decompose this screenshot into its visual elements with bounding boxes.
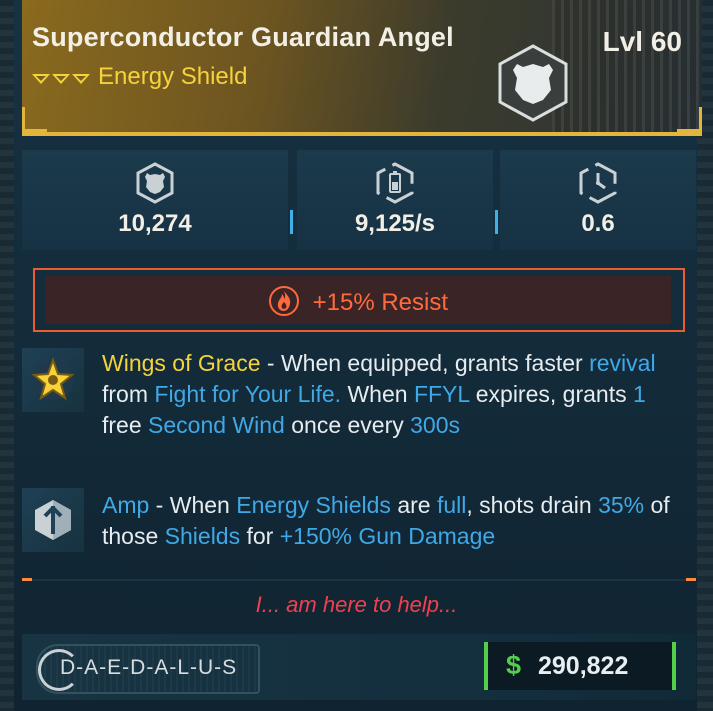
- amp-icon: [35, 500, 71, 540]
- perk-keyword: 35%: [598, 492, 645, 518]
- perk-text: , shots drain: [466, 492, 592, 518]
- stat-recharge-rate: 9,125/s: [297, 150, 493, 250]
- item-header: Superconductor Guardian Angel Energy Shi…: [22, 0, 702, 136]
- stat-recharge-delay: 0.6: [500, 150, 696, 250]
- perk-keyword: FFYL: [413, 381, 470, 407]
- item-card: Superconductor Guardian Angel Energy Shi…: [0, 0, 713, 711]
- fire-icon: [268, 286, 299, 316]
- recharge-delay-icon: [579, 162, 617, 204]
- flavor-text: I... am here to help...: [255, 592, 458, 617]
- recharge-rate-icon: [376, 162, 414, 204]
- header-corner: [677, 107, 702, 132]
- perk-keyword: full: [436, 492, 467, 518]
- perk-text: When: [347, 381, 408, 407]
- stat-recharge-delay-value: 0.6: [581, 210, 615, 237]
- perk-keyword: Second Wind: [148, 412, 285, 438]
- element-bonus-row: +15% Resist: [45, 285, 671, 317]
- perk-keyword: Energy Shields: [236, 492, 391, 518]
- perk-icon-box: [22, 348, 84, 412]
- item-name: Superconductor Guardian Angel: [32, 22, 454, 52]
- section-divider: [22, 578, 696, 581]
- perk-name: Amp: [102, 492, 150, 518]
- perk-text: from: [102, 381, 148, 407]
- divider-tick: [22, 578, 32, 581]
- perk-dash: -: [260, 350, 281, 376]
- price-amount: 290,822: [538, 652, 629, 680]
- header-corner: [22, 107, 47, 132]
- manufacturer-logo: D-A-E-D-A-L-U-S: [36, 644, 260, 694]
- perk-keyword: revival: [589, 350, 656, 376]
- wings-of-grace-icon: [31, 357, 75, 401]
- item-level: Lvl 60: [602, 26, 682, 57]
- stat-separator: [495, 210, 498, 234]
- perk-text: expires, grants: [475, 381, 627, 407]
- divider-tick: [686, 578, 696, 581]
- stat-capacity: 10,274: [22, 150, 288, 250]
- perk-keyword: Shields: [164, 523, 241, 549]
- perk-description: Wings of Grace - When equipped, grants f…: [102, 348, 682, 441]
- item-price: $ 290,822: [484, 642, 676, 690]
- rarity-chevrons-icon: [32, 74, 90, 84]
- perk-keyword: 1: [632, 381, 646, 407]
- item-type: Energy Shield: [98, 63, 248, 90]
- stat-recharge-rate-value: 9,125/s: [354, 210, 436, 237]
- manufacturer-name: D-A-E-D-A-L-U-S: [60, 656, 238, 679]
- item-footer: D-A-E-D-A-L-U-S $ 290,822: [22, 634, 696, 700]
- currency-icon: $: [506, 650, 522, 680]
- perk-dash: -: [149, 492, 170, 518]
- perk-text: free: [102, 412, 142, 438]
- perk-description: Amp - When Energy Shields are full, shot…: [102, 490, 682, 552]
- perk-text: are: [397, 492, 431, 518]
- perk-icon-box: [22, 488, 84, 552]
- perk-text: for: [246, 523, 274, 549]
- perk-text: When equipped, grants faster: [280, 350, 583, 376]
- energy-shield-badge-icon: [498, 44, 568, 122]
- stat-capacity-value: 10,274: [118, 210, 192, 237]
- stat-separator: [290, 210, 293, 234]
- shield-capacity-icon: [136, 162, 174, 204]
- stats-row: 10,274 9,125/s 0.6: [22, 150, 696, 250]
- perk-keyword: 300s: [410, 412, 461, 438]
- perk-text: once every: [291, 412, 404, 438]
- element-bonus-text: +15% Resist: [312, 289, 449, 316]
- perk-keyword: +150% Gun Damage: [279, 523, 496, 549]
- perk-text: When: [169, 492, 230, 518]
- perk-keyword: Fight for Your Life.: [154, 381, 342, 407]
- element-bonus-box: +15% Resist: [45, 276, 671, 324]
- element-bonus: +15% Resist: [33, 268, 685, 332]
- perk-name: Wings of Grace: [102, 350, 261, 376]
